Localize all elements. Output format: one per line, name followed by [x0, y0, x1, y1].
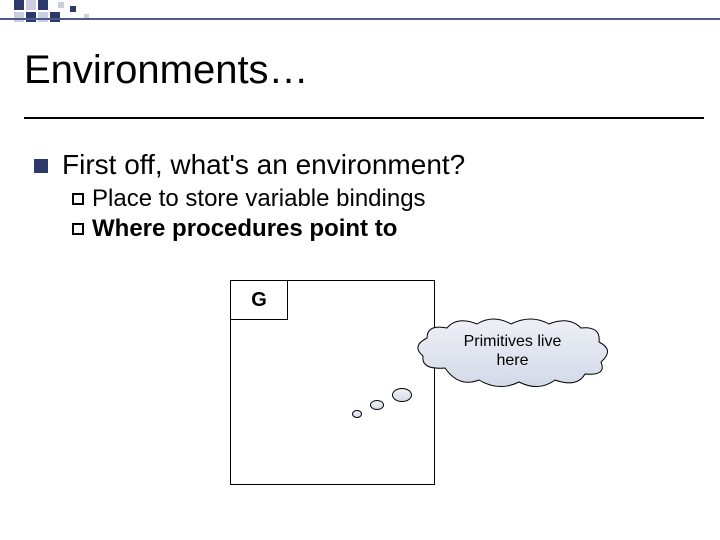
hollow-square-bullet-icon [72, 223, 84, 235]
hollow-square-bullet-icon [72, 193, 84, 205]
square-bullet-icon [34, 159, 48, 173]
bullet-level1-text: First off, what's an environment? [62, 149, 465, 181]
slide-top-decoration [0, 0, 720, 26]
slide-title: Environments… [24, 48, 710, 93]
thought-trail-bubble-icon [352, 410, 362, 418]
cloud-line1: Primitives live [464, 333, 562, 350]
sub-bullet-1-rest: to store variable bindings [152, 185, 426, 212]
sub-bullet-1-text: Place to store variable bindings [92, 185, 426, 213]
sub-bullet-1-prefix: Place [92, 185, 152, 212]
cloud-line2: here [496, 352, 528, 369]
bullet-level1: First off, what's an environment? [34, 149, 710, 181]
title-underline [24, 117, 704, 119]
sub-bullet-1: Place to store variable bindings [72, 185, 710, 213]
sub-bullet-2-text: Where procedures point to [92, 215, 397, 243]
thought-cloud: Primitives live here [415, 318, 610, 390]
sub-bullet-2-rest: procedures point to [165, 215, 397, 242]
slide-content: Environments… First off, what's an envir… [24, 48, 710, 245]
sub-bullet-2: Where procedures point to [72, 215, 710, 243]
environment-label-box: G [230, 280, 288, 320]
corner-squares-icon [14, 0, 114, 29]
sub-bullet-2-prefix: Where [92, 215, 165, 242]
top-horizontal-rule [0, 18, 720, 20]
environment-diagram: G Primitives live here [230, 280, 610, 510]
cloud-text: Primitives live here [415, 332, 610, 370]
thought-trail-bubble-icon [392, 388, 412, 402]
sub-bullet-list: Place to store variable bindings Where p… [72, 185, 710, 243]
thought-trail-bubble-icon [370, 400, 384, 410]
environment-box: G [230, 280, 435, 485]
